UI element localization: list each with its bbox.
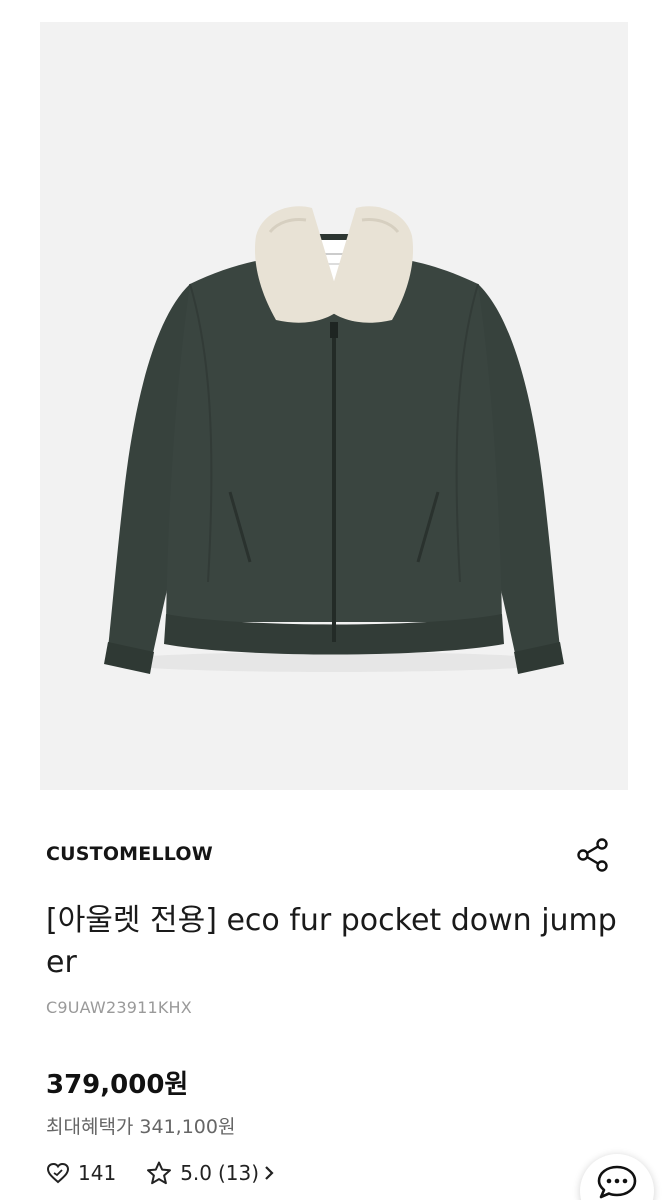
benefit-price: 341,100원 xyxy=(139,1116,236,1138)
like-button[interactable]: 141 xyxy=(46,1161,146,1185)
like-count: 141 xyxy=(78,1161,117,1185)
heart-icon xyxy=(46,1162,70,1184)
star-icon xyxy=(146,1161,172,1185)
review-count: (13) xyxy=(218,1161,260,1185)
share-icon xyxy=(577,838,608,872)
product-price: 379,000원 xyxy=(46,1070,189,1100)
chat-button[interactable] xyxy=(580,1154,654,1200)
chat-bubble-icon xyxy=(597,1165,637,1199)
product-stats: 141 5.0 (13) xyxy=(46,1156,275,1190)
product-detail-page: CUSTOMELLOW [아울렛 전용] eco fur pocket down… xyxy=(0,0,664,1200)
rating-value: 5.0 xyxy=(180,1161,212,1185)
product-sku: C9UAW23911KHX xyxy=(46,998,192,1017)
jacket-illustration xyxy=(40,22,628,790)
product-image[interactable] xyxy=(40,22,628,790)
brand-name[interactable]: CUSTOMELLOW xyxy=(46,843,213,865)
rating-reviews-link[interactable]: 5.0 (13) xyxy=(146,1161,275,1185)
chevron-right-icon xyxy=(263,1164,275,1182)
share-button[interactable] xyxy=(572,834,614,876)
max-benefit-price: 최대혜택가 341,100원 xyxy=(46,1112,235,1139)
product-title: [아울렛 전용] eco fur pocket down jumper xyxy=(46,903,617,980)
benefit-label: 최대혜택가 xyxy=(46,1116,134,1138)
